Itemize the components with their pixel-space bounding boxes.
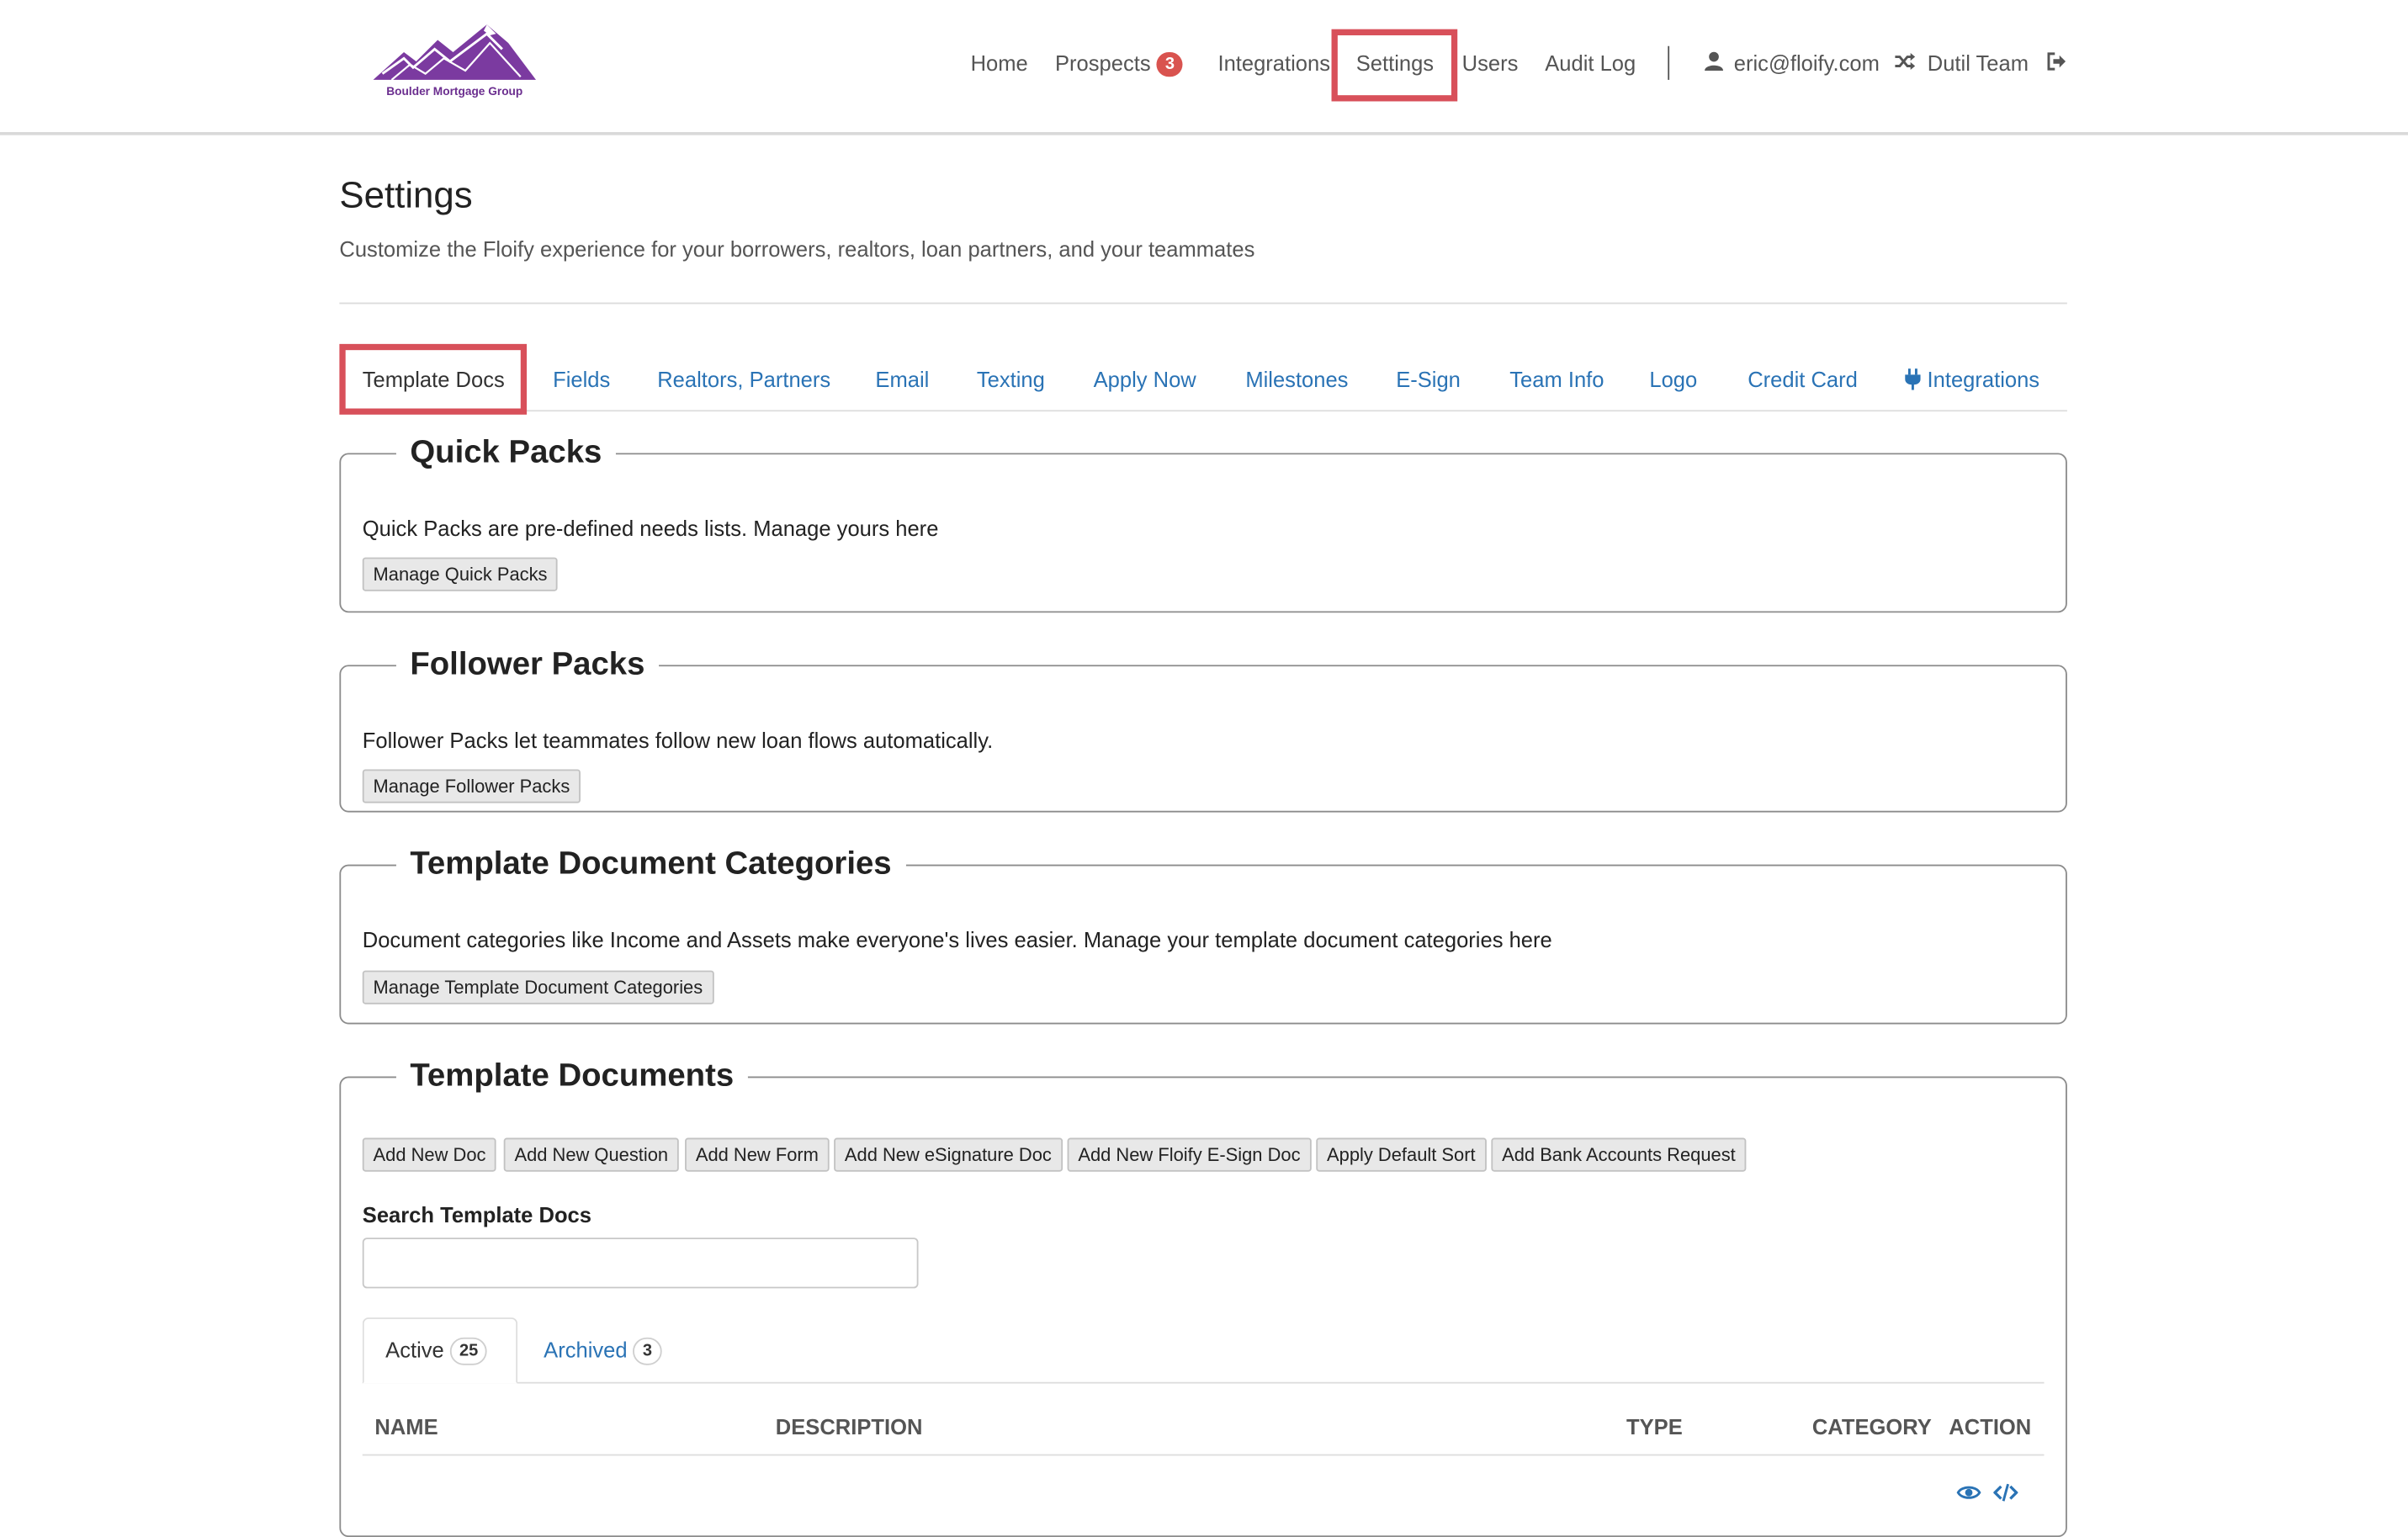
tab-fields[interactable]: Fields [553, 367, 610, 393]
tabs-divider [339, 410, 2067, 412]
logo-caption: Boulder Mortgage Group [386, 84, 523, 98]
column-header-type[interactable]: TYPE [1626, 1414, 1683, 1440]
quick-packs-title: Quick Packs [395, 432, 616, 474]
subtab-active[interactable]: Active 25 [385, 1337, 488, 1366]
page-title: Settings [339, 175, 473, 217]
subtab-archived-label: Archived [544, 1337, 628, 1363]
template-documents-title: Template Documents [395, 1056, 748, 1097]
follower-packs-section: Follower Packs Follower Packs let teamma… [339, 644, 2067, 813]
add-bank-accounts-request-button[interactable]: Add Bank Accounts Request [1491, 1137, 1747, 1172]
quick-packs-section: Quick Packs Quick Packs are pre-defined … [339, 432, 2067, 613]
nav-prospects[interactable]: Prospects 3 [1055, 50, 1183, 77]
mountain-logo-icon [373, 24, 537, 81]
archived-count-badge: 3 [633, 1338, 661, 1366]
nav-integrations[interactable]: Integrations [1217, 50, 1330, 77]
template-documents-section: Template Documents Add New Doc Add New Q… [339, 1056, 2067, 1537]
tab-apply-now[interactable]: Apply Now [1094, 367, 1196, 393]
nav-divider [1668, 45, 1670, 80]
shuffle-icon [1895, 52, 1916, 71]
nav-team-switcher[interactable]: Dutil Team [1928, 50, 2029, 77]
template-categories-title: Template Document Categories [395, 844, 906, 885]
nav-audit-log[interactable]: Audit Log [1545, 50, 1636, 77]
eye-icon[interactable] [1956, 1481, 1981, 1505]
sign-out-icon[interactable] [2045, 50, 2067, 72]
add-new-esignature-doc-button[interactable]: Add New eSignature Doc [834, 1137, 1063, 1172]
top-navbar: Boulder Mortgage Group Home Prospects 3 I… [0, 0, 2408, 135]
search-template-docs-input[interactable] [362, 1238, 919, 1289]
tab-integrations-label: Integrations [1927, 367, 2040, 392]
manage-follower-packs-button[interactable]: Manage Follower Packs [362, 769, 581, 803]
add-new-doc-button[interactable]: Add New Doc [362, 1137, 497, 1172]
subtab-archived[interactable]: Archived 3 [544, 1337, 661, 1366]
add-new-question-button[interactable]: Add New Question [503, 1137, 679, 1172]
manage-quick-packs-button[interactable]: Manage Quick Packs [362, 557, 559, 591]
tab-realtors-partners[interactable]: Realtors, Partners [657, 367, 830, 393]
tab-team-info[interactable]: Team Info [1509, 367, 1604, 393]
header-divider [339, 302, 2067, 305]
column-header-name[interactable]: NAME [374, 1414, 438, 1440]
quick-packs-description: Quick Packs are pre-defined needs lists.… [362, 516, 939, 541]
nav-users[interactable]: Users [1462, 50, 1519, 77]
tab-integrations[interactable]: Integrations [1904, 367, 2039, 393]
user-icon [1705, 51, 1723, 71]
template-categories-section: Template Document Categories Document ca… [339, 844, 2067, 1025]
tab-template-docs[interactable]: Template Docs [363, 367, 505, 393]
column-header-category[interactable]: CATEGORY [1812, 1414, 1932, 1440]
subtab-active-label: Active [385, 1337, 444, 1363]
follower-packs-description: Follower Packs let teammates follow new … [362, 728, 994, 753]
tab-logo[interactable]: Logo [1649, 367, 1697, 393]
apply-default-sort-button[interactable]: Apply Default Sort [1316, 1137, 1487, 1172]
column-header-description[interactable]: DESCRIPTION [776, 1414, 923, 1440]
nav-user-email[interactable]: eric@floify.com [1734, 50, 1880, 77]
brand-logo[interactable]: Boulder Mortgage Group [373, 22, 537, 105]
plug-icon [1905, 368, 1921, 390]
page-subtitle: Customize the Floify experience for your… [339, 236, 1255, 262]
follower-packs-title: Follower Packs [395, 644, 659, 686]
nav-settings[interactable]: Settings [1356, 50, 1434, 77]
add-new-floify-esign-doc-button[interactable]: Add New Floify E-Sign Doc [1067, 1137, 1312, 1172]
tab-credit-card[interactable]: Credit Card [1748, 367, 1858, 393]
search-template-docs-label: Search Template Docs [362, 1202, 591, 1227]
template-categories-description: Document categories like Income and Asse… [362, 927, 1552, 952]
subtabs-divider [362, 1381, 2045, 1384]
prospects-count-badge: 3 [1156, 52, 1183, 77]
manage-template-categories-button[interactable]: Manage Template Document Categories [362, 970, 713, 1004]
nav-home[interactable]: Home [971, 50, 1028, 77]
active-count-badge: 25 [450, 1338, 488, 1366]
tab-e-sign[interactable]: E-Sign [1396, 367, 1461, 393]
add-new-form-button[interactable]: Add New Form [685, 1137, 830, 1172]
code-icon[interactable] [1993, 1481, 2018, 1505]
tab-milestones[interactable]: Milestones [1245, 367, 1348, 393]
tab-email[interactable]: Email [875, 367, 929, 393]
nav-prospects-label: Prospects [1054, 50, 1151, 76]
table-header-divider [362, 1454, 2045, 1456]
column-header-action: ACTION [1949, 1414, 2032, 1439]
tab-texting[interactable]: Texting [977, 367, 1045, 393]
